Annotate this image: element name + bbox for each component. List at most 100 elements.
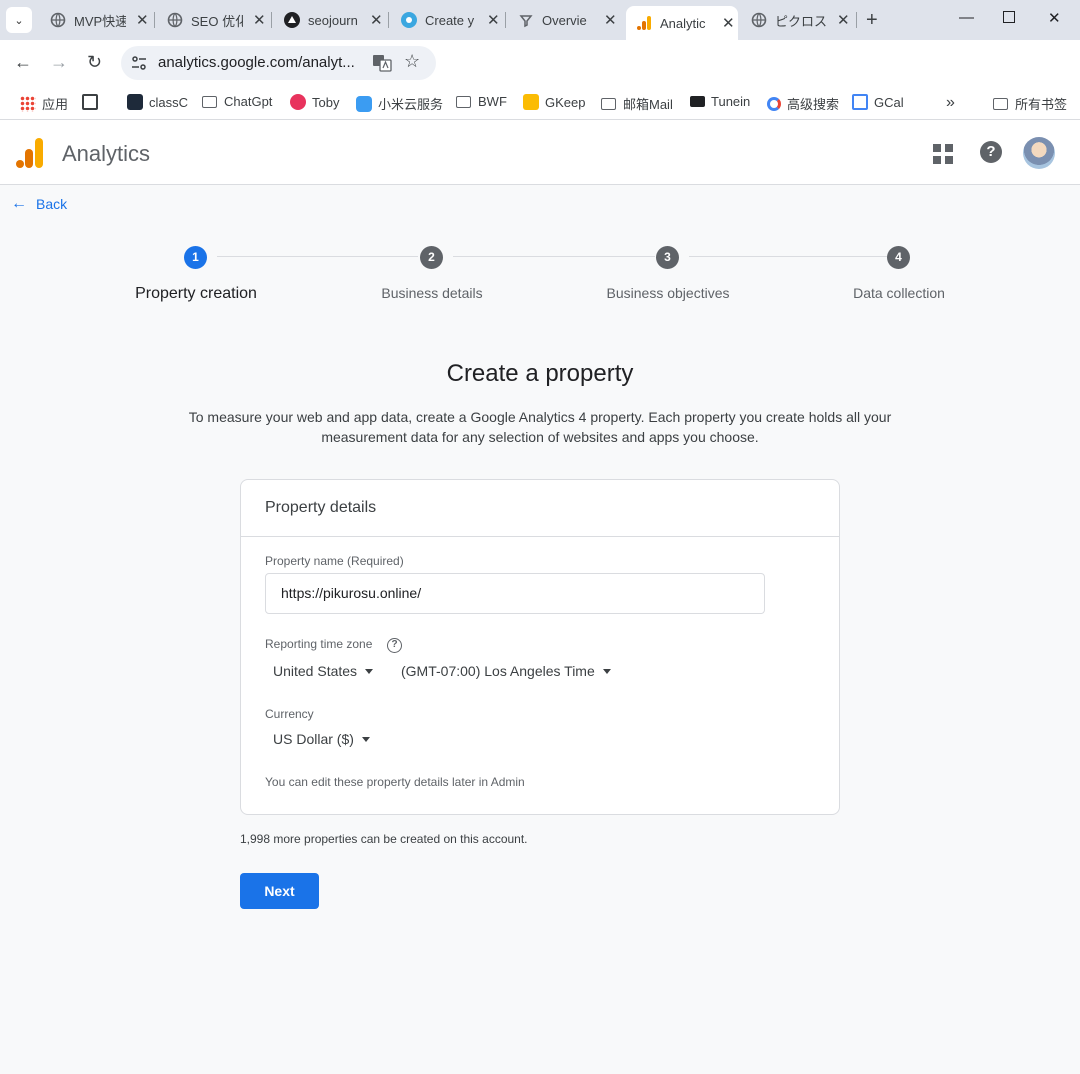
tab-divider xyxy=(856,12,857,28)
browser-tab-strip: ⌄ MVP快速 ✕ SEO 优化 ✕ seojourn ✕ Create y ✕… xyxy=(0,0,1080,40)
step-number: 3 xyxy=(656,246,679,269)
cloud-icon xyxy=(356,95,372,112)
bookmark-item[interactable]: Toby xyxy=(290,94,339,110)
tab-divider xyxy=(154,12,155,28)
toby-icon xyxy=(290,94,306,110)
stepper-connector xyxy=(217,256,418,257)
help-outline-icon[interactable]: ? xyxy=(387,638,402,653)
help-icon[interactable]: ? xyxy=(980,141,1002,163)
main-content: ← Back 1 2 3 4 Property creation Busines… xyxy=(0,185,1080,1074)
timezone-select[interactable]: (GMT-07:00) Los Angeles Time xyxy=(401,663,611,679)
close-icon[interactable]: ✕ xyxy=(253,11,266,29)
globe-icon xyxy=(751,12,767,28)
folder-icon xyxy=(202,95,217,108)
tab-title: Analytic xyxy=(660,15,706,31)
bookmark-item[interactable]: classC xyxy=(127,94,188,110)
bookmarks-bar: 应用 classC ChatGpt Toby 小米云服务 BWF GKeep 邮… xyxy=(0,86,1080,120)
browser-tab-active[interactable]: Analytic ✕ xyxy=(626,6,738,40)
bookmark-label: 应用 xyxy=(42,97,69,112)
tab-groups-button[interactable] xyxy=(82,94,104,110)
bookmarks-overflow-button[interactable]: » xyxy=(946,94,955,112)
triangle-logo-icon xyxy=(284,12,300,28)
search-console-icon xyxy=(518,12,534,28)
close-icon[interactable]: ✕ xyxy=(487,11,500,29)
back-link[interactable]: ← Back xyxy=(11,195,67,213)
close-icon[interactable]: ✕ xyxy=(136,11,149,29)
card-title: Property details xyxy=(241,480,839,537)
timezone-label: Reporting time zone xyxy=(265,637,373,651)
url-text: analytics.google.com/analyt... xyxy=(158,54,355,71)
tab-divider xyxy=(388,12,389,28)
close-icon[interactable]: ✕ xyxy=(837,11,850,29)
back-arrow-icon[interactable]: ← xyxy=(14,52,32,73)
bookmark-label: ChatGpt xyxy=(224,94,273,109)
bookmark-label: Tunein xyxy=(711,94,751,109)
close-icon[interactable]: ✕ xyxy=(722,14,735,32)
bookmark-star-icon[interactable]: ☆ xyxy=(404,51,420,72)
browser-tab[interactable]: SEO 优化 ✕ xyxy=(157,6,266,34)
app-title[interactable]: Analytics xyxy=(62,141,150,167)
stepper-connector xyxy=(453,256,655,257)
folder-icon xyxy=(993,97,1008,110)
apps-grid-icon[interactable] xyxy=(933,144,953,164)
bookmark-item[interactable]: GCal xyxy=(852,94,904,110)
browser-tab[interactable]: MVP快速 ✕ xyxy=(40,6,149,34)
tab-title: Overvie xyxy=(542,12,587,28)
close-icon[interactable]: ✕ xyxy=(604,11,617,29)
tab-divider xyxy=(271,12,272,28)
site-settings-icon[interactable] xyxy=(131,55,147,71)
tab-title: SEO 优化 xyxy=(191,13,243,29)
maximize-icon[interactable] xyxy=(1003,11,1015,23)
dropdown-arrow-icon xyxy=(365,668,374,674)
bookmark-folder[interactable]: ChatGpt xyxy=(202,94,272,109)
browser-toolbar: ← → ↻ analytics.google.com/analyt... ☆ 5… xyxy=(0,40,1080,114)
window-close-icon[interactable]: ✕ xyxy=(1048,9,1061,27)
browser-tab[interactable]: Overvie ✕ xyxy=(508,6,617,34)
next-button[interactable]: Next xyxy=(240,873,319,909)
forward-arrow-icon[interactable]: → xyxy=(50,52,68,73)
browser-tab[interactable]: Create y ✕ xyxy=(391,6,500,34)
account-avatar[interactable] xyxy=(1023,137,1055,169)
currency-select[interactable]: US Dollar ($) xyxy=(273,731,370,747)
currency-value: US Dollar ($) xyxy=(273,731,354,747)
bookmark-item[interactable]: 高级搜索 xyxy=(767,94,839,113)
browser-tab[interactable]: seojourn ✕ xyxy=(274,6,383,34)
dropdown-arrow-icon xyxy=(361,736,370,742)
bookmark-item[interactable]: 小米云服务 xyxy=(356,94,443,113)
analytics-logo-icon[interactable] xyxy=(16,138,44,168)
tab-search-button[interactable]: ⌄ xyxy=(6,7,32,33)
new-tab-button[interactable]: + xyxy=(866,10,878,30)
reload-icon[interactable]: ↻ xyxy=(87,52,102,73)
browser-tab[interactable]: ピクロス ✕ xyxy=(741,6,850,34)
bookmark-item[interactable]: GKeep xyxy=(523,94,585,110)
bookmark-folder[interactable]: BWF xyxy=(456,94,507,109)
bookmark-label: classC xyxy=(149,94,189,110)
step-label-data-collection: Data collection xyxy=(853,285,945,301)
tab-title: seojourn xyxy=(308,12,358,28)
bookmark-label: Toby xyxy=(312,94,340,110)
analytics-header: Analytics ? xyxy=(0,121,1080,185)
bookmark-label: 所有书签 xyxy=(1015,97,1068,112)
chevron-double-right-icon: » xyxy=(946,94,955,111)
bookmark-item[interactable]: Tunein xyxy=(690,94,750,109)
grid-icon xyxy=(82,94,98,110)
close-icon[interactable]: ✕ xyxy=(370,11,383,29)
property-name-input[interactable]: https://pikurosu.online/ xyxy=(265,573,765,614)
bookmark-label: 邮箱Mail xyxy=(623,97,673,112)
bookmark-folder[interactable]: 邮箱Mail xyxy=(601,94,673,113)
remaining-properties-text: 1,998 more properties can be created on … xyxy=(240,832,528,846)
bookmark-label: GKeep xyxy=(545,94,586,110)
all-bookmarks-folder[interactable]: 所有书签 xyxy=(993,94,1067,113)
step-number: 4 xyxy=(887,246,910,269)
page-intro: To measure your web and app data, create… xyxy=(188,409,892,445)
step-label-property-creation: Property creation xyxy=(135,285,257,302)
tab-title: Create y xyxy=(425,12,475,28)
address-bar[interactable]: analytics.google.com/analyt... ☆ xyxy=(121,46,436,80)
folder-icon xyxy=(601,97,616,110)
country-select[interactable]: United States xyxy=(273,663,374,679)
bookmark-apps[interactable]: 应用 xyxy=(20,94,68,113)
minimize-icon[interactable]: — xyxy=(959,9,974,26)
tab-title: MVP快速 xyxy=(74,13,126,29)
property-details-card: Property details Property name (Required… xyxy=(240,479,840,815)
translate-icon[interactable] xyxy=(372,53,392,73)
